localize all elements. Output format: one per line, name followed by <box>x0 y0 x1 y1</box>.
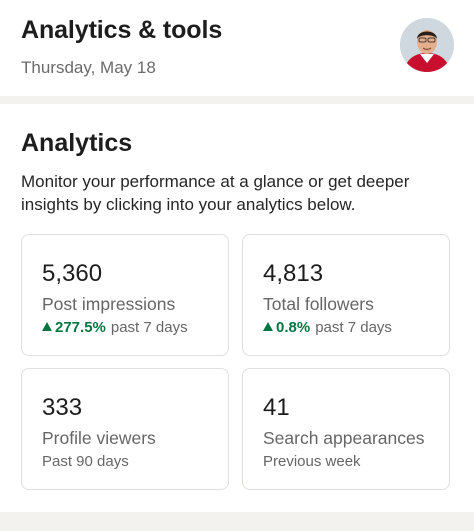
card-period: Past 90 days <box>42 453 129 470</box>
search-appearances-card[interactable]: 41 Search appearances Previous week <box>242 368 450 490</box>
card-change: 0.8% <box>276 319 311 336</box>
analytics-tools-page: Analytics & tools Thursday, May 18 Analy… <box>0 0 474 531</box>
card-label: Profile viewers <box>42 428 156 448</box>
avatar[interactable] <box>400 18 454 72</box>
card-value: 5,360 <box>42 260 103 287</box>
triangle-up-icon <box>42 322 52 331</box>
section-title: Analytics <box>21 129 133 157</box>
profile-viewers-card[interactable]: 333 Profile viewers Past 90 days <box>21 368 229 490</box>
card-period: past 7 days <box>110 319 188 336</box>
header-date: Thursday, May 18 <box>21 58 156 77</box>
total-followers-card[interactable]: 4,813 Total followers 0.8% past 7 days <box>242 234 450 356</box>
card-label: Post impressions <box>42 294 176 314</box>
card-value: 4,813 <box>263 260 324 287</box>
triangle-up-icon <box>263 322 273 331</box>
card-trend: 277.5% past 7 days <box>42 319 188 336</box>
page-header: Analytics & tools Thursday, May 18 <box>0 0 474 96</box>
card-label: Total followers <box>263 294 374 314</box>
page-title: Analytics & tools <box>21 16 223 44</box>
bottom-divider <box>0 512 474 531</box>
post-impressions-card[interactable]: 5,360 Post impressions 277.5% past 7 days <box>21 234 229 356</box>
section-divider <box>0 96 474 104</box>
card-period: Previous week <box>263 453 361 470</box>
card-period: past 7 days <box>315 319 392 336</box>
card-change: 277.5% <box>55 319 106 336</box>
card-label: Search appearances <box>263 428 425 448</box>
card-trend: 0.8% past 7 days <box>263 319 392 336</box>
profile-photo-icon <box>400 18 454 72</box>
card-value: 41 <box>263 394 290 421</box>
section-description: Monitor your performance at a glance or … <box>21 172 410 214</box>
card-value: 333 <box>42 394 83 421</box>
